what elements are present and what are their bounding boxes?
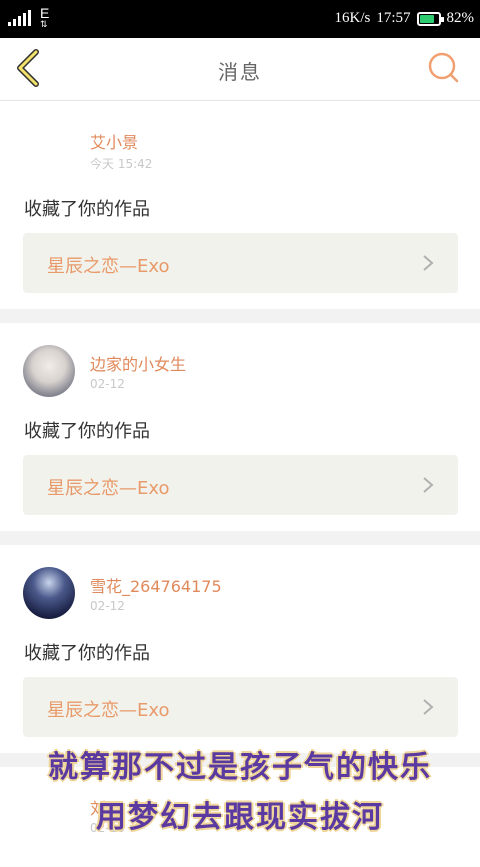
divider <box>0 531 480 545</box>
overlay-lyric-line: 用梦幻去跟现实拔河 <box>96 800 384 835</box>
message-action: 收藏了你的作品 <box>24 199 150 220</box>
user-name[interactable]: 边家的小女生 <box>90 351 186 375</box>
data-arrows-icon: ⇅ <box>40 19 48 29</box>
message-item: 边家的小女生 02-12 收藏了你的作品 星辰之恋—Exo <box>0 323 480 531</box>
chevron-right-icon <box>423 255 434 271</box>
work-title: 星辰之恋—Exo <box>47 700 170 721</box>
top-nav-bar: 消息 <box>0 38 480 101</box>
message-time: 02-12 <box>90 377 125 391</box>
avatar[interactable] <box>23 123 75 175</box>
chevron-right-icon <box>423 699 434 715</box>
search-button[interactable] <box>426 50 462 86</box>
work-card[interactable]: 星辰之恋—Exo <box>23 677 458 737</box>
work-title: 星辰之恋—Exo <box>47 256 170 277</box>
user-name[interactable]: 雪花_264764175 <box>90 573 222 597</box>
divider <box>0 309 480 323</box>
work-card[interactable]: 星辰之恋—Exo <box>23 455 458 515</box>
chevron-right-icon <box>423 477 434 493</box>
user-name[interactable]: 艾小景 <box>90 129 138 153</box>
battery-percent: 82% <box>446 10 475 26</box>
avatar[interactable] <box>23 345 75 397</box>
network-indicator: E ⇅ <box>40 6 49 29</box>
status-right: 16K/s 17:57 82% <box>334 10 474 27</box>
status-bar: E ⇅ 16K/s 17:57 82% <box>0 0 480 38</box>
message-time: 今天 15:42 <box>90 157 153 171</box>
message-time: 02-12 <box>90 599 125 613</box>
signal-icon <box>8 10 31 26</box>
battery-icon <box>416 11 444 26</box>
message-action: 收藏了你的作品 <box>24 643 150 664</box>
message-item: 艾小景 今天 15:42 收藏了你的作品 星辰之恋—Exo <box>0 101 480 309</box>
work-card[interactable]: 星辰之恋—Exo <box>23 233 458 293</box>
work-title: 星辰之恋—Exo <box>47 478 170 499</box>
message-action: 收藏了你的作品 <box>24 421 150 442</box>
overlay-lyric-line: 就算那不过是孩子气的快乐 <box>48 750 432 785</box>
avatar[interactable] <box>23 567 75 619</box>
clock: 17:57 <box>376 10 411 26</box>
message-item: 雪花_264764175 02-12 收藏了你的作品 星辰之恋—Exo <box>0 545 480 753</box>
page-title: 消息 <box>218 60 262 84</box>
search-icon <box>428 52 459 83</box>
network-speed: 16K/s <box>334 10 371 26</box>
